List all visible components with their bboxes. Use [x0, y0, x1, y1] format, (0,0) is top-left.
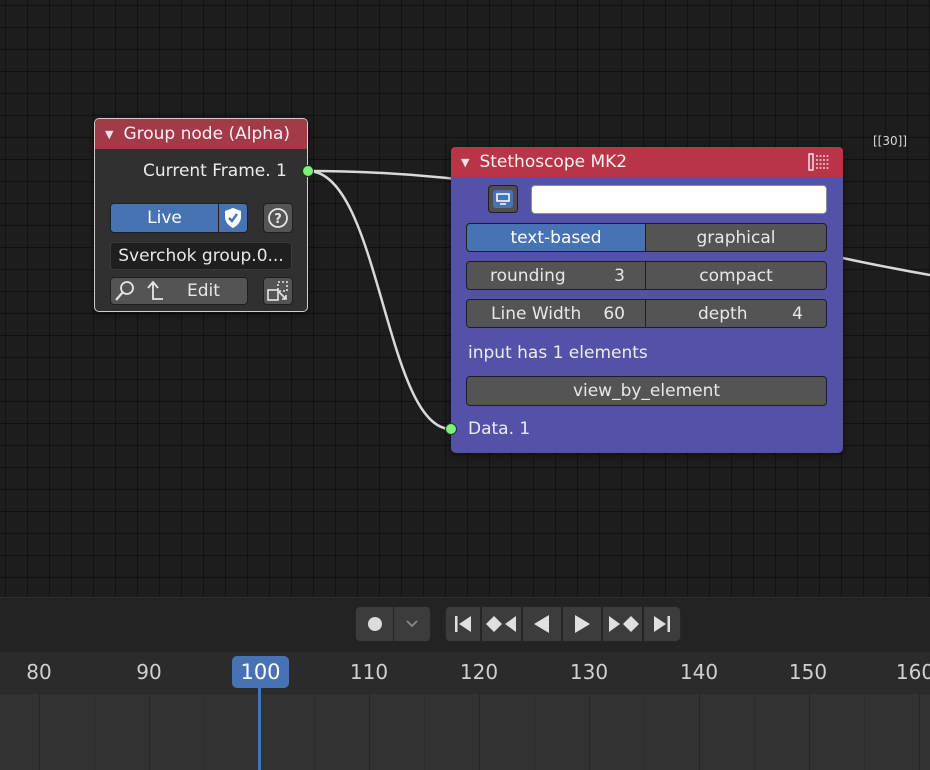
mode-text-based-button[interactable]: text-based [466, 223, 646, 252]
play-reverse-icon [534, 615, 549, 633]
stethoscope-header[interactable]: ▼ Stethoscope MK2 [451, 147, 843, 177]
help-button[interactable]: ? [263, 203, 293, 233]
rounding-value: 3 [614, 265, 625, 286]
playback-toolbar [0, 597, 930, 652]
rounding-field[interactable]: rounding 3 [466, 261, 646, 290]
jump-start-icon [455, 616, 471, 632]
frame-number: 110 [349, 660, 389, 684]
group-node-header[interactable]: ▼ Group node (Alpha) [95, 119, 307, 149]
view-by-element-label: view_by_element [572, 381, 721, 401]
grid-line [149, 694, 150, 770]
grid-line [589, 694, 590, 770]
grid-line [94, 694, 95, 770]
frame-badge: [[30]] [873, 134, 907, 148]
grid-line [919, 694, 920, 770]
play-reverse-button[interactable] [522, 606, 562, 642]
frame-number: 160 [895, 660, 930, 684]
record-button[interactable] [355, 606, 394, 642]
next-keyframe-icon [608, 616, 639, 632]
monitor-icon [493, 190, 513, 208]
question-icon: ? [268, 208, 288, 228]
group-edit-toolbar[interactable]: Edit [110, 277, 248, 305]
frame-number: 130 [569, 660, 609, 684]
chevron-down-icon [406, 620, 418, 628]
compact-label: compact [699, 265, 773, 286]
stethoscope-node[interactable]: ▼ Stethoscope MK2 text-based graphical r… [451, 147, 843, 453]
node-editor[interactable]: ▼ Group node (Alpha) Current Frame. 1 Li… [0, 0, 930, 597]
depth-label: depth [698, 303, 748, 324]
search-icon[interactable] [113, 279, 137, 303]
keyframe-track[interactable] [0, 694, 930, 770]
up-arrow-icon[interactable] [143, 279, 167, 303]
current-frame-output-label: Current Frame. 1 [143, 161, 287, 181]
play-icon [575, 615, 590, 633]
grid-line [39, 694, 40, 770]
display-toggle-button[interactable] [488, 185, 518, 213]
grid-line [864, 694, 865, 770]
live-label: Live [147, 208, 182, 228]
line-width-value: 60 [603, 303, 625, 324]
grid-line [479, 694, 480, 770]
group-node[interactable]: ▼ Group node (Alpha) Current Frame. 1 Li… [94, 118, 308, 312]
jump-to-end-button[interactable] [643, 606, 681, 642]
grid-line [534, 694, 535, 770]
grid-line [204, 694, 205, 770]
input-info-text: input has 1 elements [468, 343, 648, 363]
record-options-dropdown[interactable] [393, 606, 431, 642]
grid-line [754, 694, 755, 770]
line-width-field[interactable]: Line Width 60 [466, 299, 646, 328]
link-wire-to-data [307, 169, 452, 431]
frame-number: 150 [788, 660, 828, 684]
mode-text-based-label: text-based [510, 227, 602, 248]
jump-to-start-button[interactable] [445, 606, 481, 642]
edit-button-label[interactable]: Edit [187, 281, 220, 301]
mode-graphical-label: graphical [696, 227, 776, 248]
stethoscope-title: Stethoscope MK2 [479, 152, 628, 172]
grid-line [699, 694, 700, 770]
prev-keyframe-icon [485, 616, 516, 632]
shield-toggle-button[interactable] [218, 203, 248, 233]
current-frame-output-socket[interactable] [302, 165, 314, 177]
depth-value: 4 [792, 303, 803, 324]
current-frame-indicator[interactable]: 100 [232, 656, 289, 688]
play-button[interactable] [562, 606, 602, 642]
jump-end-icon [654, 616, 670, 632]
grid-line [314, 694, 315, 770]
group-name-value: Sverchok group.0... [118, 246, 284, 266]
next-keyframe-button[interactable] [602, 606, 643, 642]
frame-number: 80 [26, 660, 52, 684]
view-by-element-button[interactable]: view_by_element [466, 376, 827, 406]
compact-toggle-button[interactable]: compact [645, 261, 827, 290]
rounding-label: rounding [490, 265, 566, 286]
playhead[interactable] [258, 688, 261, 770]
live-toggle-button[interactable]: Live [110, 203, 219, 233]
grid-line [809, 694, 810, 770]
group-node-title: Group node (Alpha) [123, 124, 291, 144]
data-input-label: Data. 1 [468, 419, 531, 439]
data-input-socket[interactable] [445, 423, 457, 435]
grid-line [644, 694, 645, 770]
frame-number: 140 [679, 660, 719, 684]
ungroup-button[interactable] [263, 277, 293, 305]
previous-keyframe-button[interactable] [481, 606, 522, 642]
collapse-triangle-icon[interactable]: ▼ [105, 128, 113, 141]
record-icon [367, 617, 382, 631]
timeline-ruler[interactable]: 80 90 110 120 130 140 150 160 [0, 652, 930, 694]
svg-text:?: ? [274, 212, 282, 227]
grid-line [424, 694, 425, 770]
mode-graphical-button[interactable]: graphical [645, 223, 827, 252]
grid-line [369, 694, 370, 770]
frame-number: 120 [459, 660, 499, 684]
collapse-triangle-icon[interactable]: ▼ [461, 156, 469, 169]
node-options-icon[interactable] [807, 152, 833, 172]
depth-field[interactable]: depth 4 [645, 299, 827, 328]
ungroup-icon [267, 281, 288, 301]
group-name-field[interactable]: Sverchok group.0... [110, 242, 292, 270]
text-filter-input[interactable] [531, 185, 827, 214]
line-width-label: Line Width [491, 303, 582, 324]
shield-check-icon [225, 208, 241, 228]
frame-number: 90 [136, 660, 162, 684]
